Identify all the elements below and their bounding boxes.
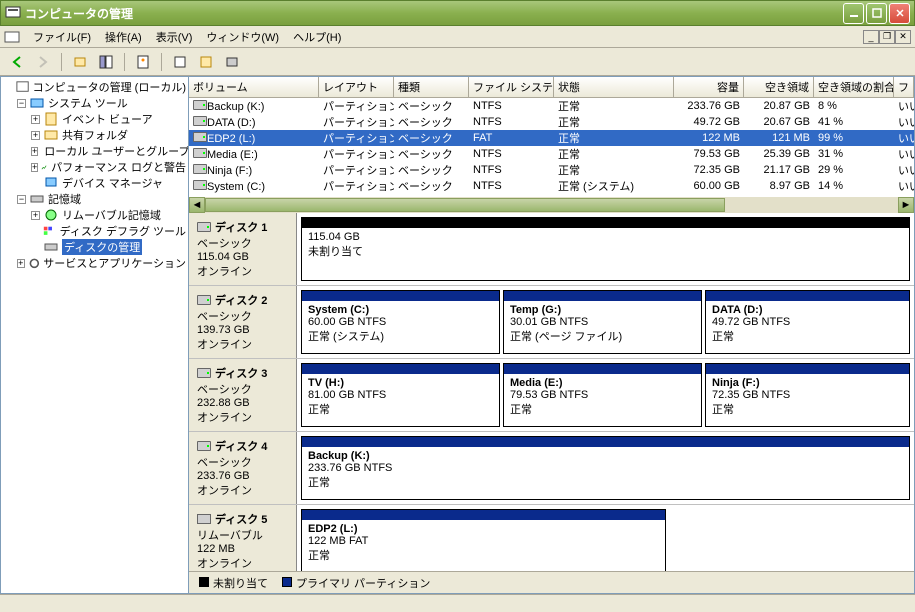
tree-device-manager[interactable]: デバイス マネージャ (3, 175, 186, 191)
tree-disk-management[interactable]: ディスクの管理 (3, 239, 186, 255)
drive-icon (193, 180, 207, 190)
partition[interactable]: System (C:)60.00 GB NTFS正常 (システム) (301, 290, 500, 354)
disk-info[interactable]: ディスク 5リムーバブル122 MBオンライン (189, 505, 297, 571)
tree-removable-storage[interactable]: +リムーバブル記憶域 (3, 207, 186, 223)
disk-icon (197, 295, 211, 305)
app-icon (5, 5, 21, 21)
tree-defrag[interactable]: ディスク デフラグ ツール (3, 223, 186, 239)
partition[interactable]: Temp (G:)30.01 GB NTFS正常 (ページ ファイル) (503, 290, 702, 354)
col-layout[interactable]: レイアウト (319, 77, 394, 97)
partition[interactable]: TV (H:)81.00 GB NTFS正常 (301, 363, 500, 427)
mdi-minimize[interactable]: _ (863, 30, 879, 44)
scroll-left-icon[interactable]: ◄ (189, 197, 205, 213)
properties-button[interactable] (132, 51, 154, 73)
navigation-tree[interactable]: コンピュータの管理 (ローカル) −システム ツール +イベント ビューア +共… (0, 76, 189, 594)
mdi-close[interactable]: ✕ (895, 30, 911, 44)
partition[interactable]: DATA (D:)49.72 GB NTFS正常 (705, 290, 910, 354)
disk-info[interactable]: ディスク 4ベーシック233.76 GBオンライン (189, 432, 297, 504)
mmc-icon (4, 29, 20, 45)
col-volume[interactable]: ボリューム (189, 77, 319, 97)
drive-icon (193, 116, 207, 126)
disk-icon (197, 514, 211, 524)
volume-list[interactable]: ボリューム レイアウト 種類 ファイル システム 状態 容量 空き領域 空き領域… (189, 77, 914, 197)
drive-icon (193, 164, 207, 174)
tree-system-tools[interactable]: −システム ツール (3, 95, 186, 111)
disk-row: ディスク 2ベーシック139.73 GBオンラインSystem (C:)60.0… (189, 286, 914, 359)
back-button[interactable] (6, 51, 28, 73)
disk-info[interactable]: ディスク 1ベーシック115.04 GBオンライン (189, 213, 297, 285)
disk-row: ディスク 1ベーシック115.04 GBオンライン115.04 GB未割り当て (189, 213, 914, 286)
volume-row[interactable]: Backup (K:)パーティションベーシックNTFS正常233.76 GB20… (189, 98, 914, 114)
disk-row: ディスク 3ベーシック232.88 GBオンラインTV (H:)81.00 GB… (189, 359, 914, 432)
close-button[interactable] (889, 3, 910, 24)
forward-button[interactable] (32, 51, 54, 73)
refresh-button[interactable] (169, 51, 191, 73)
volume-row[interactable]: DATA (D:)パーティションベーシックNTFS正常49.72 GB20.67… (189, 114, 914, 130)
disk-icon (197, 441, 211, 451)
drive-icon (193, 100, 207, 110)
maximize-button[interactable] (866, 3, 887, 24)
col-type[interactable]: 種類 (394, 77, 469, 97)
col-free-pct[interactable]: 空き領域の割合 (814, 77, 894, 97)
volume-row[interactable]: EDP2 (L:)パーティションベーシックFAT正常122 MB121 MB99… (189, 130, 914, 146)
volume-header: ボリューム レイアウト 種類 ファイル システム 状態 容量 空き領域 空き領域… (189, 77, 914, 98)
tree-local-users[interactable]: +ローカル ユーザーとグループ (3, 143, 186, 159)
tree-services[interactable]: +サービスとアプリケーション (3, 255, 186, 271)
disk-info[interactable]: ディスク 3ベーシック232.88 GBオンライン (189, 359, 297, 431)
menu-help[interactable]: ヘルプ(H) (286, 27, 348, 47)
disk-info[interactable]: ディスク 2ベーシック139.73 GBオンライン (189, 286, 297, 358)
tree-performance[interactable]: +パフォーマンス ログと警告 (3, 159, 186, 175)
col-fault[interactable]: フ (894, 77, 914, 97)
tree-event-viewer[interactable]: +イベント ビューア (3, 111, 186, 127)
col-fs[interactable]: ファイル システム (469, 77, 554, 97)
settings-button[interactable] (195, 51, 217, 73)
disk-graphical-view[interactable]: ディスク 1ベーシック115.04 GBオンライン115.04 GB未割り当てデ… (189, 213, 914, 571)
volume-row[interactable]: System (C:)パーティションベーシックNTFS正常 (システム)60.0… (189, 178, 914, 194)
minimize-button[interactable] (843, 3, 864, 24)
menubar: ファイル(F) 操作(A) 表示(V) ウィンドウ(W) ヘルプ(H) _ ❐ … (0, 26, 915, 48)
legend-primary: プライマリ パーティション (282, 575, 430, 591)
disk-icon (197, 222, 211, 232)
menu-window[interactable]: ウィンドウ(W) (199, 27, 286, 47)
legend: 未割り当て プライマリ パーティション (189, 571, 914, 593)
disk-row: ディスク 5リムーバブル122 MBオンラインEDP2 (L:)122 MB F… (189, 505, 914, 571)
status-bar (0, 594, 915, 612)
col-capacity[interactable]: 容量 (674, 77, 744, 97)
partition[interactable]: 115.04 GB未割り当て (301, 217, 910, 281)
window-title: コンピュータの管理 (25, 5, 843, 22)
drive-icon (193, 148, 207, 158)
scroll-right-icon[interactable]: ► (898, 197, 914, 213)
legend-unallocated: 未割り当て (199, 575, 268, 591)
col-status[interactable]: 状態 (554, 77, 674, 97)
toolbar (0, 48, 915, 76)
disk-icon (197, 368, 211, 378)
menu-file[interactable]: ファイル(F) (26, 27, 98, 47)
tree-shared-folders[interactable]: +共有フォルダ (3, 127, 186, 143)
volume-h-scrollbar[interactable]: ◄ ► (189, 197, 914, 213)
disk-row: ディスク 4ベーシック233.76 GBオンラインBackup (K:)233.… (189, 432, 914, 505)
partition[interactable]: EDP2 (L:)122 MB FAT正常 (301, 509, 666, 571)
up-button[interactable] (69, 51, 91, 73)
drive-icon (193, 132, 207, 142)
tree-root[interactable]: コンピュータの管理 (ローカル) (3, 79, 186, 95)
help-button[interactable] (221, 51, 243, 73)
col-free[interactable]: 空き領域 (744, 77, 814, 97)
partition[interactable]: Backup (K:)233.76 GB NTFS正常 (301, 436, 910, 500)
volume-row[interactable]: Media (E:)パーティションベーシックNTFS正常79.53 GB25.3… (189, 146, 914, 162)
menu-view[interactable]: 表示(V) (149, 27, 200, 47)
mdi-restore[interactable]: ❐ (879, 30, 895, 44)
scroll-thumb[interactable] (205, 198, 725, 212)
partition[interactable]: Media (E:)79.53 GB NTFS正常 (503, 363, 702, 427)
partition[interactable]: Ninja (F:)72.35 GB NTFS正常 (705, 363, 910, 427)
volume-row[interactable]: Ninja (F:)パーティションベーシックNTFS正常72.35 GB21.1… (189, 162, 914, 178)
titlebar[interactable]: コンピュータの管理 (0, 0, 915, 26)
show-hide-button[interactable] (95, 51, 117, 73)
menu-action[interactable]: 操作(A) (98, 27, 149, 47)
tree-storage[interactable]: −記憶域 (3, 191, 186, 207)
